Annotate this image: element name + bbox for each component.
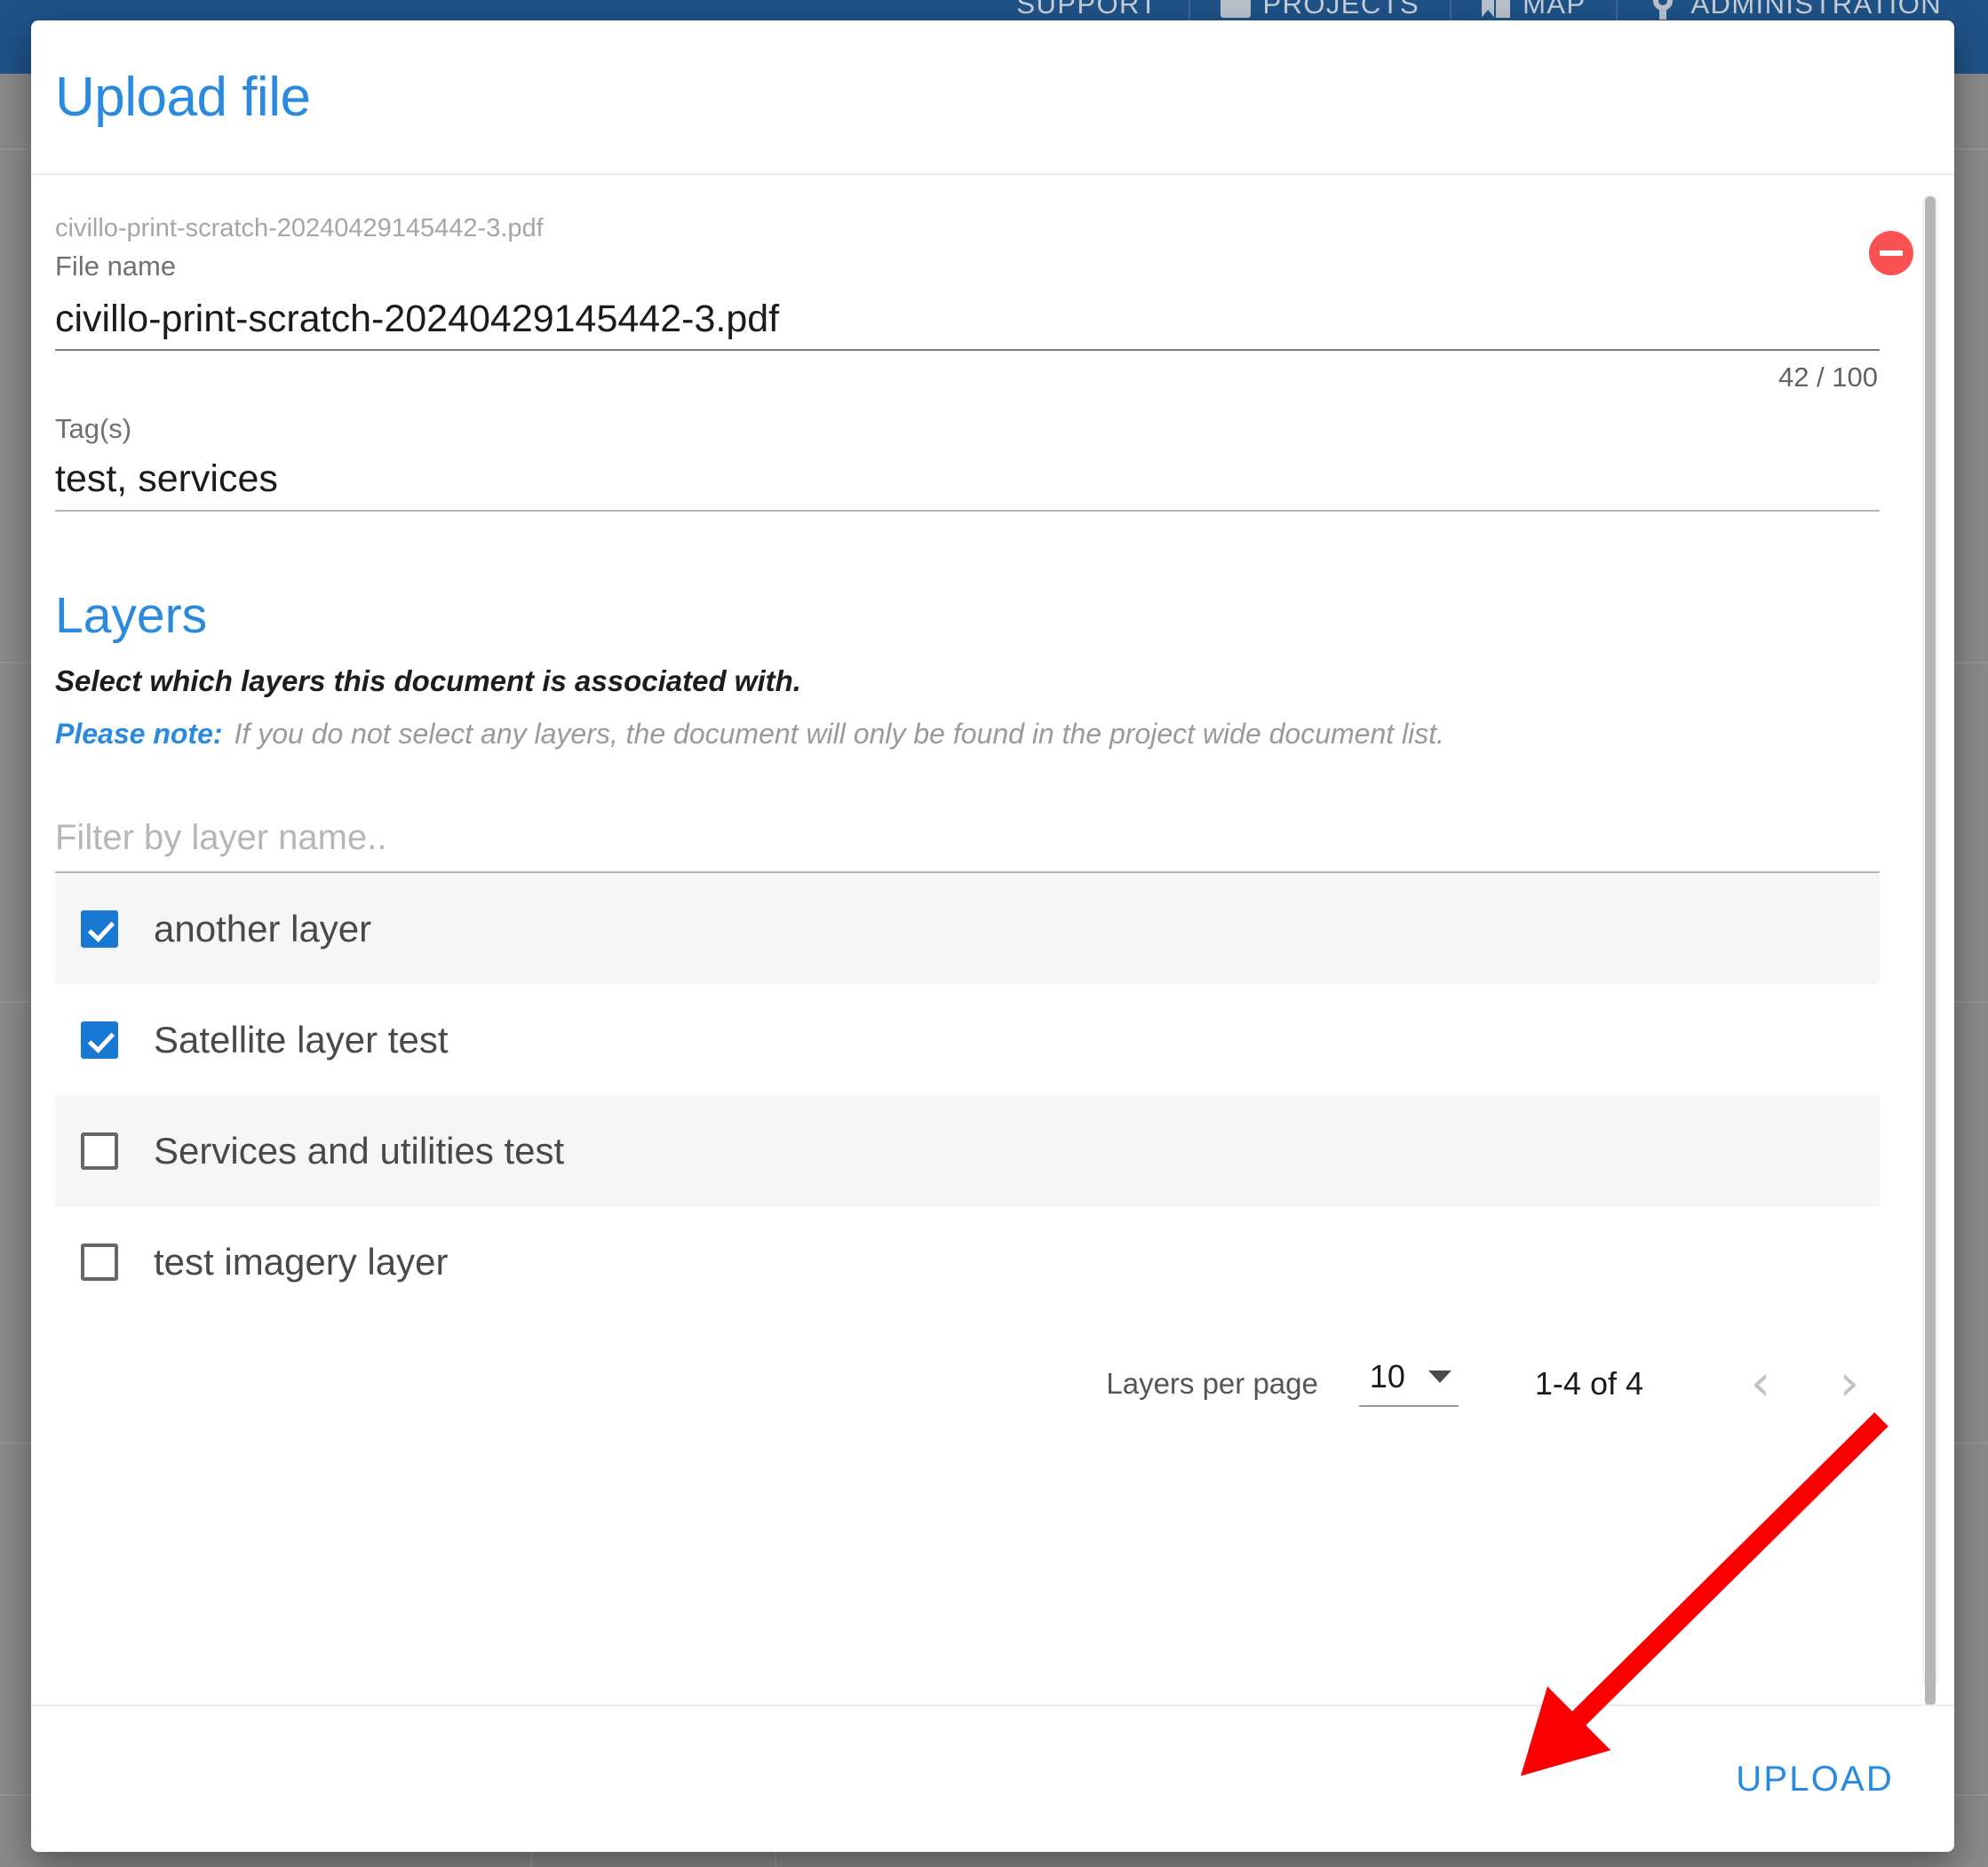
layer-checkbox[interactable] xyxy=(81,1243,118,1281)
upload-button[interactable]: UPLOAD xyxy=(1727,1747,1903,1812)
layer-filter-wrap xyxy=(55,816,1880,874)
items-per-page-select[interactable]: 10 xyxy=(1358,1358,1459,1408)
nav-item-label: ADMINISTRATION xyxy=(1690,0,1942,20)
file-name-label: File name xyxy=(55,250,177,282)
layers-note-label: Please note: xyxy=(55,718,223,751)
tags-input[interactable]: test, services xyxy=(55,457,1880,509)
nav-item-label: MAP xyxy=(1523,0,1586,20)
layers-section: Layers Select which layers this document… xyxy=(55,588,1880,1451)
dialog-header: Upload file xyxy=(31,20,1954,175)
page-title: Upload file xyxy=(55,66,311,128)
dialog-footer: UPLOAD xyxy=(31,1704,1954,1852)
list-item[interactable]: test imagery layer xyxy=(55,1206,1880,1317)
remove-circle-icon[interactable] xyxy=(1869,231,1913,275)
chevron-left-icon[interactable]: ‹ xyxy=(1732,1355,1789,1412)
gear-icon xyxy=(1648,0,1678,20)
file-name-underline xyxy=(55,348,1880,351)
list-item[interactable]: Services and utilities test xyxy=(55,1095,1880,1207)
file-name-block: civillo-print-scratch-20240429145442-3.p… xyxy=(55,175,1913,393)
dialog-scrollbar[interactable] xyxy=(1922,195,1938,1704)
original-file-name: civillo-print-scratch-20240429145442-3.p… xyxy=(55,214,544,242)
layer-checkbox[interactable] xyxy=(81,1132,118,1170)
items-per-page-label: Layers per page xyxy=(1106,1367,1318,1401)
dialog-scrollbar-thumb[interactable] xyxy=(1925,196,1936,1704)
layers-heading: Layers xyxy=(55,586,208,644)
tags-underline xyxy=(55,509,1880,512)
nav-item-label: PROJECTS xyxy=(1262,0,1420,20)
nav-item-label: SUPPORT xyxy=(1016,0,1158,20)
folder-icon xyxy=(1220,0,1251,18)
remove-minus-glyph xyxy=(1880,250,1903,256)
layer-checkbox[interactable] xyxy=(81,910,118,948)
list-item[interactable]: another layer xyxy=(55,873,1880,985)
file-name-char-count: 42 / 100 xyxy=(1777,361,1878,393)
items-per-page-value: 10 xyxy=(1369,1358,1405,1395)
list-item[interactable]: Satellite layer test xyxy=(55,984,1880,1095)
layers-note-text: If you do not select any layers, the doc… xyxy=(234,718,1445,751)
layer-checkbox[interactable] xyxy=(81,1021,118,1059)
map-icon xyxy=(1482,0,1511,18)
layer-label: test imagery layer xyxy=(154,1240,449,1283)
dialog-body: civillo-print-scratch-20240429145442-3.p… xyxy=(31,175,1954,1704)
layer-list: another layer Satellite layer test Servi… xyxy=(55,873,1880,1317)
file-name-input[interactable]: civillo-print-scratch-20240429145442-3.p… xyxy=(55,298,1880,349)
chevron-right-icon[interactable]: › xyxy=(1821,1355,1878,1412)
chevron-down-icon xyxy=(1427,1370,1451,1384)
layer-filter-input[interactable] xyxy=(55,816,1880,872)
layer-label: Services and utilities test xyxy=(154,1129,565,1172)
tags-label: Tag(s) xyxy=(55,412,132,444)
layer-label: another layer xyxy=(154,907,372,949)
layer-label: Satellite layer test xyxy=(154,1018,449,1061)
layers-subtitle: Select which layers this document is ass… xyxy=(55,664,801,698)
tags-block: Tag(s) test, services xyxy=(55,411,1880,512)
upload-file-dialog: Upload file civillo-print-scratch-202404… xyxy=(31,20,1954,1852)
layers-paginator: Layers per page 10 1-4 of 4 ‹ › xyxy=(55,1317,1880,1450)
layers-note: Please note: If you do not select any lay… xyxy=(55,718,1880,751)
pagination-range-label: 1-4 of 4 xyxy=(1534,1365,1643,1402)
